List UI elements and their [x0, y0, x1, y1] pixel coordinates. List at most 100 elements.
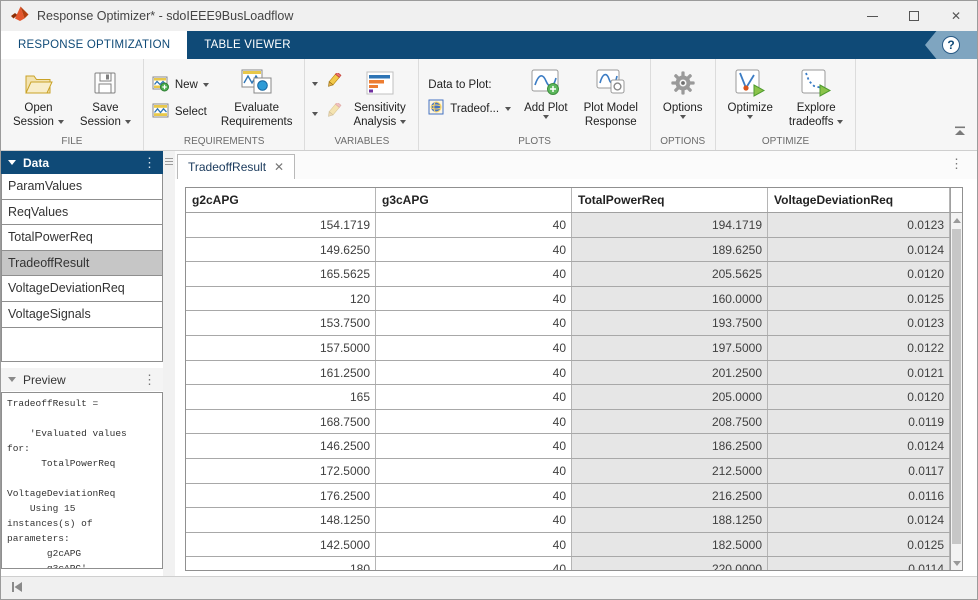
document-tab-bar: TradeoffResult ✕ ⋮	[175, 151, 977, 179]
chevron-down-icon	[125, 120, 131, 124]
chevron-down-icon	[203, 83, 209, 87]
tab-response-optimization[interactable]: RESPONSE OPTIMIZATION	[1, 31, 187, 59]
close-button[interactable]: ✕	[935, 1, 977, 31]
data-item[interactable]: VoltageDeviationReq	[2, 276, 162, 302]
table-cell[interactable]: 40	[376, 410, 572, 434]
table-row: 142.500040182.50000.0125	[186, 533, 950, 558]
group-label-variables: VARIABLES	[310, 135, 413, 150]
tab-table-viewer[interactable]: TABLE VIEWER	[187, 31, 308, 59]
scroll-down-icon[interactable]	[951, 556, 962, 570]
help-button[interactable]: ?	[925, 31, 977, 59]
table-cell[interactable]: 120	[186, 287, 376, 311]
data-panel-header[interactable]: Data ⋮	[1, 151, 163, 174]
table-cell[interactable]: 40	[376, 238, 572, 262]
window-title: Response Optimizer* - sdoIEEE9BusLoadflo…	[37, 9, 851, 23]
save-session-button[interactable]: Save Session	[73, 62, 138, 135]
table-cell[interactable]: 40	[376, 484, 572, 508]
table-cell[interactable]: 40	[376, 336, 572, 360]
sensitivity-analysis-button[interactable]: Sensitivity Analysis	[346, 62, 413, 135]
preview-panel-header[interactable]: Preview ⋮	[1, 368, 163, 391]
options-button[interactable]: Options	[656, 62, 710, 135]
collapse-toolstrip-button[interactable]	[953, 124, 967, 142]
table-cell: 0.0124	[768, 508, 950, 532]
table-cell[interactable]: 168.7500	[186, 410, 376, 434]
table-cell: 0.0119	[768, 410, 950, 434]
edit-variable-secondary-button[interactable]	[312, 103, 342, 124]
data-to-plot-value: Tradeof...	[450, 103, 499, 115]
document-tab-label: TradeoffResult	[188, 160, 266, 174]
table-cell[interactable]: 142.5000	[186, 533, 376, 557]
table-cell[interactable]: 40	[376, 311, 572, 335]
column-header[interactable]: VoltageDeviationReq	[768, 188, 950, 212]
data-item[interactable]: VoltageSignals	[2, 302, 162, 328]
table-cell[interactable]: 40	[376, 459, 572, 483]
data-item[interactable]: ParamValues	[2, 174, 162, 200]
table-cell: 189.6250	[572, 238, 768, 262]
table-cell[interactable]: 153.7500	[186, 311, 376, 335]
document-menu-icon[interactable]: ⋮	[950, 157, 963, 170]
open-session-button[interactable]: Open Session	[6, 62, 71, 135]
table-cell[interactable]: 161.2500	[186, 361, 376, 385]
scroll-up-icon[interactable]	[951, 213, 962, 227]
toolstrip: Open Session Save Session	[1, 59, 977, 151]
scrollbar-thumb[interactable]	[952, 229, 961, 544]
group-label-options: OPTIONS	[656, 135, 710, 150]
table-cell[interactable]: 172.5000	[186, 459, 376, 483]
table-cell[interactable]: 40	[376, 385, 572, 409]
table-cell[interactable]: 40	[376, 361, 572, 385]
data-item[interactable]: ReqValues	[2, 200, 162, 226]
table-cell[interactable]: 157.5000	[186, 336, 376, 360]
select-requirement-button[interactable]: Select	[152, 103, 209, 122]
skip-to-start-icon[interactable]	[9, 580, 25, 599]
add-plot-button[interactable]: Add Plot	[517, 62, 574, 135]
table-cell: 212.5000	[572, 459, 768, 483]
edit-variable-button[interactable]	[312, 73, 342, 94]
table-cell[interactable]: 154.1719	[186, 213, 376, 237]
table-cell[interactable]: 176.2500	[186, 484, 376, 508]
scrollbar-track[interactable]	[951, 213, 962, 570]
evaluate-requirements-label-2: Requirements	[221, 115, 293, 129]
table-cell[interactable]: 165.5625	[186, 262, 376, 286]
table-cell[interactable]: 40	[376, 213, 572, 237]
table-cell: 205.0000	[572, 385, 768, 409]
panel-menu-icon[interactable]: ⋮	[143, 373, 156, 386]
table-cell[interactable]: 40	[376, 557, 572, 571]
minimize-button[interactable]	[851, 1, 893, 31]
vertical-scrollbar[interactable]	[950, 188, 962, 570]
table-cell[interactable]: 165	[186, 385, 376, 409]
table-cell[interactable]: 40	[376, 508, 572, 532]
maximize-button[interactable]	[893, 1, 935, 31]
explore-tradeoffs-button[interactable]: Explore tradeoffs	[782, 62, 851, 135]
open-folder-icon	[23, 65, 53, 101]
sidebar-splitter[interactable]	[163, 151, 175, 576]
table-cell[interactable]: 40	[376, 262, 572, 286]
data-item[interactable]: TradeoffResult	[2, 251, 162, 277]
optimize-button[interactable]: Optimize	[721, 62, 780, 135]
document-area: TradeoffResult ✕ ⋮ g2cAPGg3cAPGTotalPowe…	[175, 151, 977, 576]
table-cell[interactable]: 148.1250	[186, 508, 376, 532]
new-requirement-button[interactable]: New	[152, 76, 209, 95]
table-cell[interactable]: 40	[376, 434, 572, 458]
table-cell[interactable]: 146.2500	[186, 434, 376, 458]
panel-menu-icon[interactable]: ⋮	[143, 156, 156, 169]
chevron-down-icon	[680, 115, 686, 119]
tab-tradeoffresult[interactable]: TradeoffResult ✕	[177, 154, 295, 179]
matlab-logo-icon	[11, 6, 29, 27]
table-cell[interactable]: 40	[376, 533, 572, 557]
maximize-icon	[909, 11, 919, 21]
group-label-optimize: OPTIMIZE	[721, 135, 851, 150]
group-options: Options OPTIONS	[651, 59, 716, 150]
column-header[interactable]: TotalPowerReq	[572, 188, 768, 212]
evaluate-requirements-button[interactable]: Evaluate Requirements	[214, 62, 300, 135]
explore-tradeoffs-icon	[799, 65, 833, 101]
plot-model-response-button[interactable]: Plot Model Response	[577, 62, 645, 135]
data-to-plot-dropdown[interactable]: Tradeof...	[428, 99, 511, 118]
column-header[interactable]: g2cAPG	[186, 188, 376, 212]
data-item[interactable]: TotalPowerReq	[2, 225, 162, 251]
table-cell[interactable]: 149.6250	[186, 238, 376, 262]
column-header[interactable]: g3cAPG	[376, 188, 572, 212]
close-tab-icon[interactable]: ✕	[274, 160, 284, 174]
table-cell[interactable]: 180	[186, 557, 376, 571]
table-row: 18040220.00000.0114	[186, 557, 950, 571]
table-cell[interactable]: 40	[376, 287, 572, 311]
